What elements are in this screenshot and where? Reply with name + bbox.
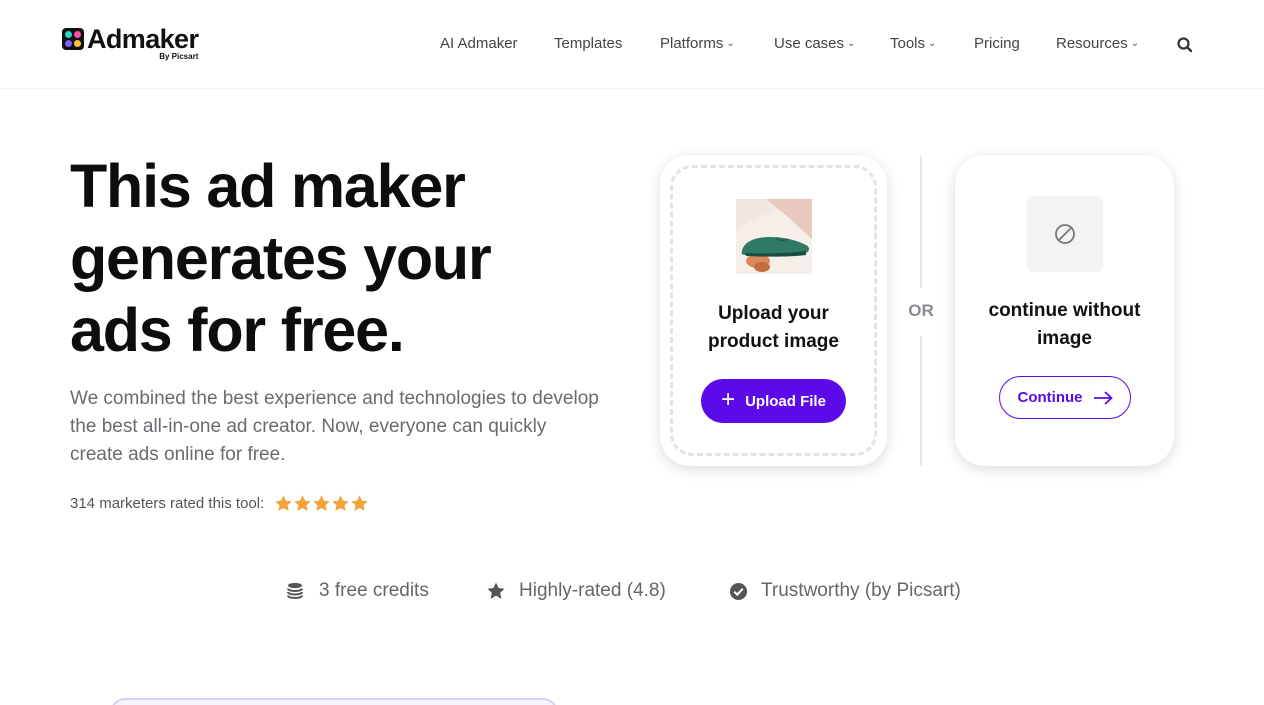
bottom-banner (110, 698, 558, 705)
nav-item-pricing[interactable]: Pricing (974, 34, 1020, 54)
upload-file-label: Upload File (745, 392, 826, 410)
upload-title: Upload your product image (708, 303, 839, 352)
check-circle-icon (729, 582, 748, 600)
chevron-down-icon: ⌄ (847, 38, 856, 49)
star-icon (351, 495, 368, 511)
divider-line (920, 156, 922, 288)
continue-card[interactable]: continue without image Continue (955, 155, 1174, 466)
arrow-right-icon (1093, 390, 1113, 405)
nav-item-use-cases[interactable]: Use cases ⌄ (774, 34, 855, 54)
hero-title-line: generates your (70, 224, 492, 292)
site-header: Admaker By Picsart AI Admaker Templates … (0, 0, 1264, 89)
nav-item-ai-admaker[interactable]: AI Admaker (440, 34, 518, 54)
logo-byline: By Picsart (159, 52, 199, 61)
star-icon (294, 495, 311, 511)
continue-label: Continue (1017, 389, 1083, 406)
no-image-icon (1055, 224, 1075, 244)
nav-item-platforms[interactable]: Platforms ⌄ (660, 34, 735, 54)
chevron-down-icon: ⌄ (928, 38, 937, 49)
feature-trust: Trustworthy (by Picsart) (729, 580, 961, 602)
admaker-logo[interactable]: Admaker By Picsart (62, 24, 199, 61)
no-image-box (1027, 196, 1103, 272)
upload-file-button[interactable]: + Upload File (701, 379, 846, 423)
star-icon (275, 495, 292, 511)
coins-icon (287, 582, 303, 600)
feature-rating: Highly-rated (4.8) (486, 580, 666, 602)
search-icon[interactable] (1176, 36, 1194, 54)
continue-title: continue without image (988, 300, 1141, 349)
star-icon (313, 495, 330, 511)
star-icon (332, 495, 349, 511)
chevron-down-icon: ⌄ (1130, 38, 1140, 49)
divider-line (920, 336, 922, 466)
nav-item-templates[interactable]: Templates (554, 34, 622, 54)
feature-label: Highly-rated (4.8) (519, 580, 666, 601)
or-separator: OR (908, 301, 934, 320)
product-image-thumbnail (736, 199, 812, 274)
chevron-down-icon: ⌄ (726, 38, 735, 49)
feature-label: Trustworthy (by Picsart) (761, 580, 961, 601)
rating-row: 314 marketers rated this tool: (70, 494, 369, 513)
feature-label: 3 free credits (319, 580, 429, 601)
hero-title: This ad maker generates your ads for fre… (70, 150, 590, 366)
feature-credits: 3 free credits (286, 580, 429, 602)
upload-card[interactable]: Upload your product image + Upload File (660, 155, 887, 466)
hero-title-line: This ad maker (70, 152, 466, 220)
nav-item-tools[interactable]: Tools ⌄ (890, 34, 936, 54)
plus-icon: + (721, 385, 736, 413)
rating-text: 314 marketers rated this tool: (70, 495, 265, 512)
logo-name: Admaker (87, 24, 199, 54)
rating-stars (274, 494, 369, 513)
hero-title-line: ads for free. (70, 296, 405, 364)
logo-mark-icon (62, 28, 84, 50)
star-icon (487, 582, 505, 599)
nav-item-resources[interactable]: Resources ⌄ (1056, 34, 1139, 54)
hero-description: We combined the best experience and tech… (70, 388, 599, 465)
continue-button[interactable]: Continue (999, 376, 1131, 419)
